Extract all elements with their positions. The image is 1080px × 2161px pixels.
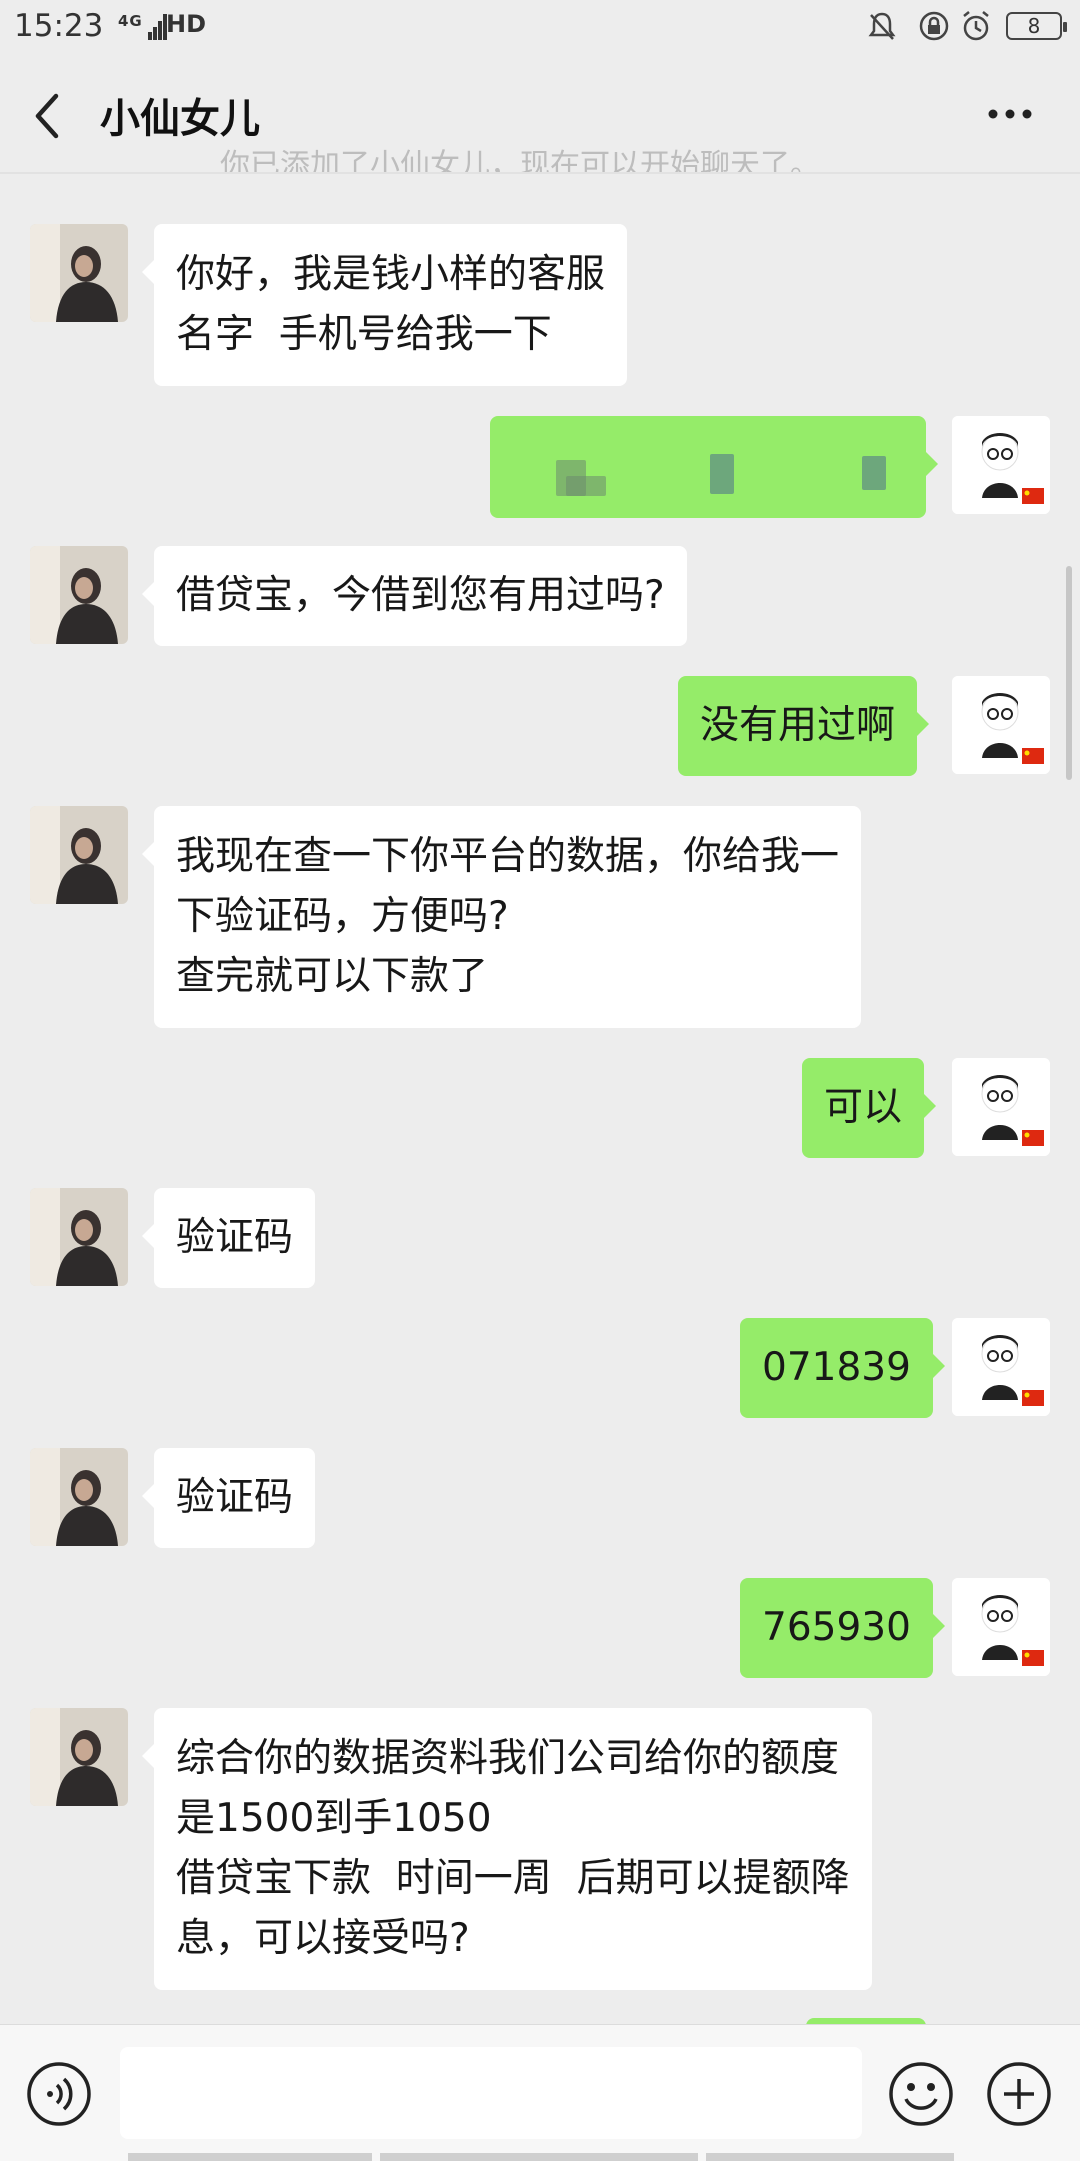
chat-area[interactable]: 你好，我是钱小样的客服 名字 手机号给我一下 借贷宝，今借到您有用过吗? 没有用… [0, 174, 1080, 2024]
back-arrow-icon[interactable] [28, 90, 68, 142]
peer-avatar[interactable] [30, 546, 128, 644]
message-bubble-peer[interactable]: 你好，我是钱小样的客服 名字 手机号给我一下 [141, 224, 628, 386]
blurred-content [566, 476, 606, 496]
status-bar: 15:23 4G HD 8 [0, 0, 1080, 56]
emoji-icon[interactable] [888, 2061, 954, 2127]
message-bubble-self[interactable]: 可以 [802, 1058, 937, 1158]
self-avatar[interactable] [952, 676, 1050, 774]
alarm-icon [963, 11, 989, 41]
mute-icon [868, 12, 896, 40]
signal-icon [148, 14, 167, 40]
peer-avatar[interactable] [30, 1708, 128, 1806]
network-type: 4G [118, 12, 143, 30]
scrollbar[interactable] [1066, 566, 1072, 780]
blurred-content [710, 454, 734, 494]
battery-indicator: 8 [1006, 12, 1067, 40]
system-notice: 你已添加了小仙女儿，现在可以开始聊天了。 [220, 148, 820, 174]
message-bubble-peer[interactable]: 综合你的数据资料我们公司给你的额度 是1500到手1050 借贷宝下款 时间一周… [142, 1708, 872, 1990]
message-bubble-self[interactable]: 没有用过啊 [678, 676, 930, 776]
message-bubble-peer[interactable]: 借贷宝，今借到您有用过吗? [142, 546, 687, 646]
message-input[interactable] [120, 2047, 862, 2139]
message-bubble-self[interactable]: 765930 [740, 1578, 945, 1678]
self-avatar[interactable] [952, 1318, 1050, 1416]
plus-icon[interactable] [986, 2061, 1052, 2127]
peer-avatar[interactable] [30, 806, 128, 904]
input-bar [0, 2024, 1080, 2161]
peer-avatar[interactable] [30, 1448, 128, 1546]
message-bubble-self[interactable] [490, 416, 938, 518]
status-time: 15:23 [14, 8, 104, 44]
lock-rotation-icon [919, 11, 949, 41]
blurred-content [862, 456, 886, 490]
self-avatar[interactable] [952, 1058, 1050, 1156]
more-icon[interactable] [984, 88, 1036, 140]
message-bubble-peer[interactable]: 我现在查一下你平台的数据，你给我一 下验证码，方便吗? 查完就可以下款了 [141, 806, 862, 1028]
message-bubble-peer[interactable]: 验证码 [141, 1448, 316, 1548]
voice-icon[interactable] [26, 2061, 92, 2127]
message-bubble-peer[interactable]: 验证码 [141, 1188, 316, 1288]
chat-title: 小仙女儿 [100, 96, 260, 142]
self-avatar[interactable] [952, 416, 1050, 514]
self-avatar[interactable] [952, 1578, 1050, 1676]
message-bubble-self[interactable]: 071839 [740, 1318, 945, 1418]
hd-icon: HD [166, 10, 207, 38]
peer-avatar[interactable] [30, 224, 128, 322]
peer-avatar[interactable] [30, 1188, 128, 1286]
